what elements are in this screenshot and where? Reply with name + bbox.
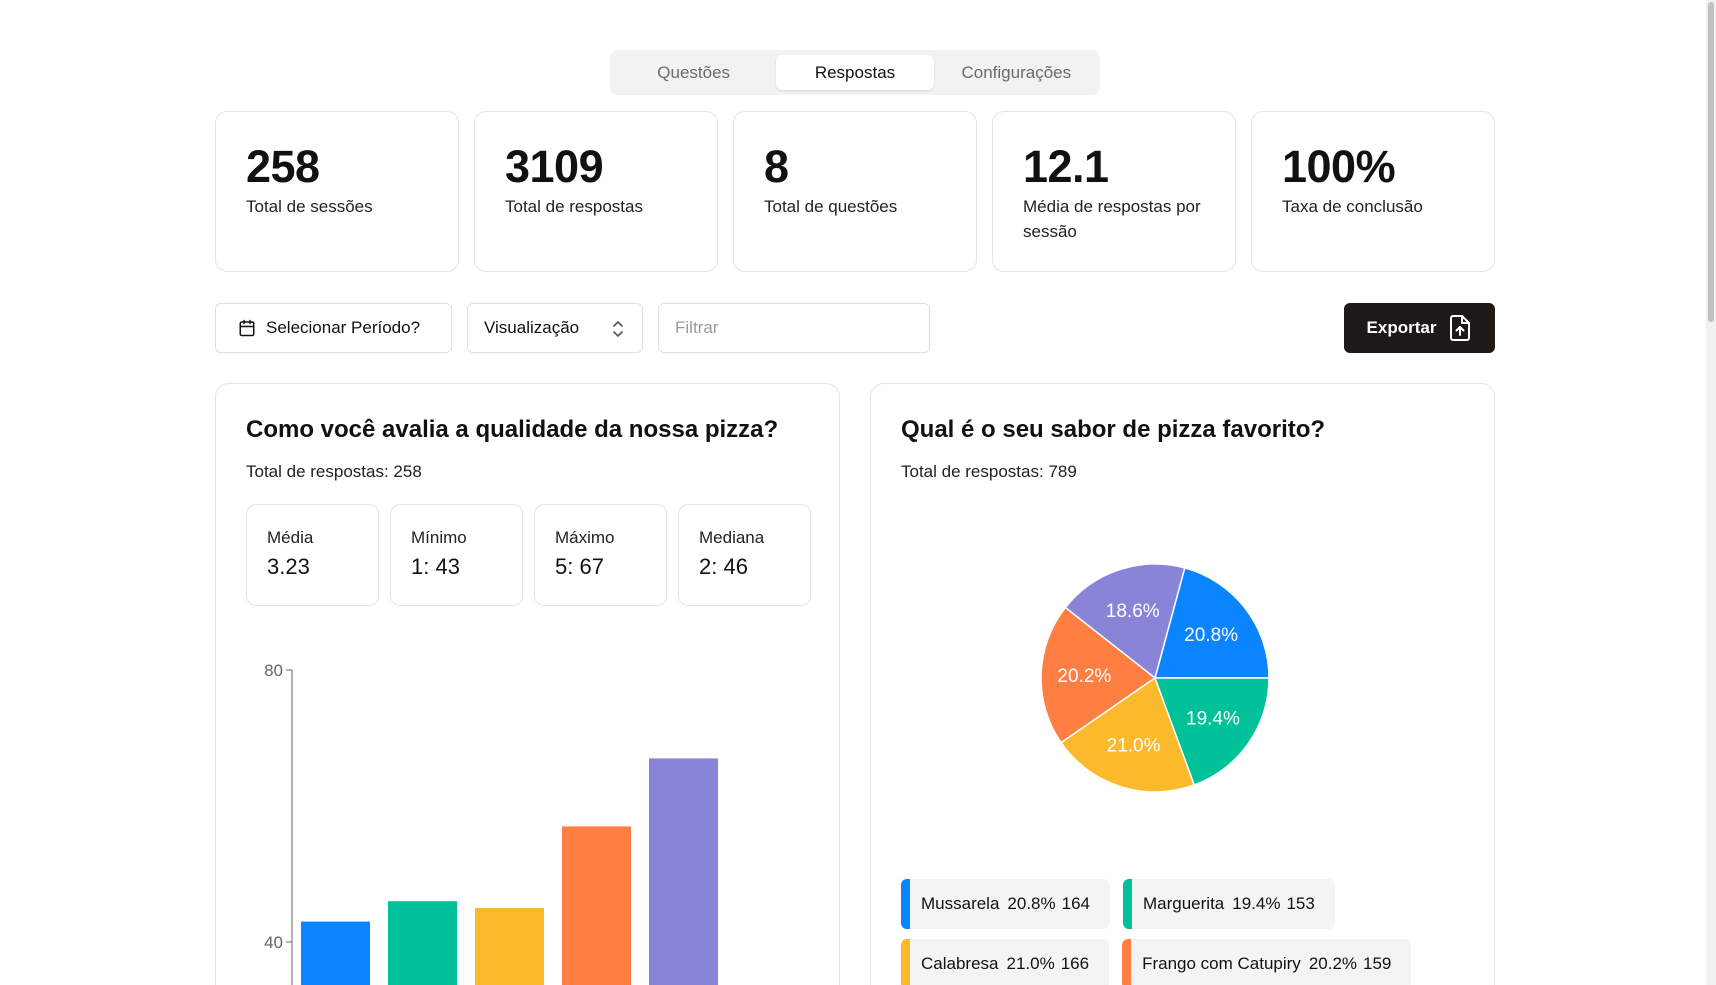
export-label: Exportar — [1366, 318, 1437, 337]
stat-label: Total de sessões — [246, 197, 373, 216]
toolbar: Selecionar Período? Visualização Exporta… — [215, 303, 1495, 353]
legend-count: 164 — [1061, 894, 1090, 913]
stat-card-completion-rate: 100% Taxa de conclusão — [1251, 111, 1495, 272]
scrollbar-thumb[interactable] — [1708, 2, 1714, 322]
stat-value: 258 — [246, 141, 320, 192]
question-title: Qual é o seu sabor de pizza favorito? — [901, 416, 1326, 443]
legend-percent: 20.2% — [1308, 954, 1358, 973]
legend-swatch — [1123, 879, 1132, 929]
file-upload-icon — [1450, 315, 1471, 341]
stat-card-sessions: 258 Total de sessões — [215, 111, 459, 272]
pie-label-1: 18.6% — [1106, 601, 1160, 622]
rating-bar-chart: 40 80 — [264, 661, 718, 985]
filter-input[interactable] — [658, 303, 930, 353]
export-button[interactable]: Exportar — [1344, 303, 1495, 353]
tab-respostas[interactable]: Respostas — [776, 55, 934, 90]
stat-card-avg-per-session: 12.1 Média de respostas por sessão — [992, 111, 1236, 272]
flavor-pie-chart: 20.8% 18.6% 20.2% 21.0% 19.4% — [1041, 564, 1270, 793]
legend-name: Calabresa — [921, 954, 999, 973]
stat-label: Total de respostas — [505, 197, 643, 216]
pie-label-2: 20.2% — [1057, 666, 1111, 687]
y-tick-label: 40 — [264, 933, 283, 952]
summary-label: Máximo — [555, 528, 615, 547]
legend-percent: 21.0% — [1006, 954, 1055, 973]
tab-configuracoes[interactable]: Configurações — [938, 55, 1095, 90]
select-period-label: Selecionar Período? — [266, 318, 421, 337]
legend-item: Calabresa 21.0% 166 — [901, 939, 1110, 985]
vertical-scrollbar[interactable] — [1706, 0, 1716, 985]
bar-5 — [649, 758, 718, 985]
legend-item: Mussarela 20.8% 164 — [901, 879, 1110, 929]
legend-name: Mussarela — [921, 894, 1000, 913]
bar-1 — [301, 921, 370, 985]
summary-max: Máximo 5: 67 — [534, 504, 667, 606]
legend-swatch — [901, 939, 910, 985]
pie-legend: Mussarela 20.8% 164 Marguerita 19.4% 153… — [901, 879, 1471, 985]
stat-value: 100% — [1282, 141, 1396, 192]
bar-2 — [388, 901, 457, 985]
legend-count: 159 — [1363, 954, 1392, 973]
stat-label: Total de questões — [764, 197, 898, 216]
legend-swatch — [901, 879, 910, 929]
legend-name: Frango com Catupiry — [1142, 954, 1301, 973]
stat-label: Taxa de conclusão — [1282, 197, 1423, 216]
legend-swatch — [1122, 939, 1132, 985]
summary-median: Mediana 2: 46 — [678, 504, 811, 606]
summary-value: 2: 46 — [699, 554, 748, 579]
y-tick-label: 80 — [264, 661, 283, 680]
question-total-responses: Total de respostas: 789 — [901, 462, 1077, 481]
legend-item: Frango com Catupiry 20.2% 159 — [1122, 939, 1412, 985]
chevron-up-down-icon — [613, 321, 623, 337]
question-title: Como você avalia a qualidade da nossa pi… — [246, 416, 779, 443]
bar-4 — [562, 826, 631, 985]
summary-value: 3.23 — [267, 554, 310, 579]
stat-label: Média de respostas por sessão — [1023, 197, 1201, 241]
summary-label: Mediana — [699, 528, 765, 547]
tab-bar: Questões Respostas Configurações — [610, 50, 1100, 95]
pie-label-4: 19.4% — [1186, 708, 1240, 729]
stat-card-responses: 3109 Total de respostas — [474, 111, 718, 272]
pie-label-0: 20.8% — [1184, 625, 1238, 646]
tab-questoes[interactable]: Questões — [615, 55, 772, 90]
summary-mean: Média 3.23 — [246, 504, 379, 606]
question-card-flavor: Qual é o seu sabor de pizza favorito? To… — [870, 383, 1495, 985]
summary-label: Mínimo — [411, 528, 467, 547]
legend-item: Marguerita 19.4% 153 — [1123, 879, 1335, 929]
summary-stats: Média 3.23 Mínimo 1: 43 Máximo 5: 67 Med… — [246, 504, 811, 606]
stat-value: 3109 — [505, 141, 604, 192]
legend-percent: 20.8% — [1007, 894, 1056, 913]
question-card-rating: Como você avalia a qualidade da nossa pi… — [215, 383, 840, 985]
summary-label: Média — [267, 528, 314, 547]
stats-row: 258 Total de sessões 3109 Total de respo… — [215, 111, 1495, 272]
select-period-button[interactable]: Selecionar Período? — [215, 303, 452, 353]
stat-card-questions: 8 Total de questões — [733, 111, 977, 272]
visualization-label: Visualização — [484, 318, 580, 337]
bar-3 — [475, 908, 544, 985]
summary-value: 5: 67 — [555, 554, 604, 579]
legend-name: Marguerita — [1143, 894, 1225, 913]
summary-value: 1: 43 — [411, 554, 460, 579]
stat-value: 8 — [764, 141, 789, 192]
pie-label-3: 21.0% — [1107, 735, 1161, 756]
stat-value: 12.1 — [1023, 141, 1109, 192]
summary-min: Mínimo 1: 43 — [390, 504, 523, 606]
legend-count: 153 — [1286, 894, 1315, 913]
question-total-responses: Total de respostas: 258 — [246, 462, 422, 481]
calendar-icon — [239, 319, 255, 337]
visualization-select[interactable]: Visualização — [467, 303, 643, 353]
legend-percent: 19.4% — [1232, 894, 1281, 913]
legend-count: 166 — [1060, 954, 1090, 973]
